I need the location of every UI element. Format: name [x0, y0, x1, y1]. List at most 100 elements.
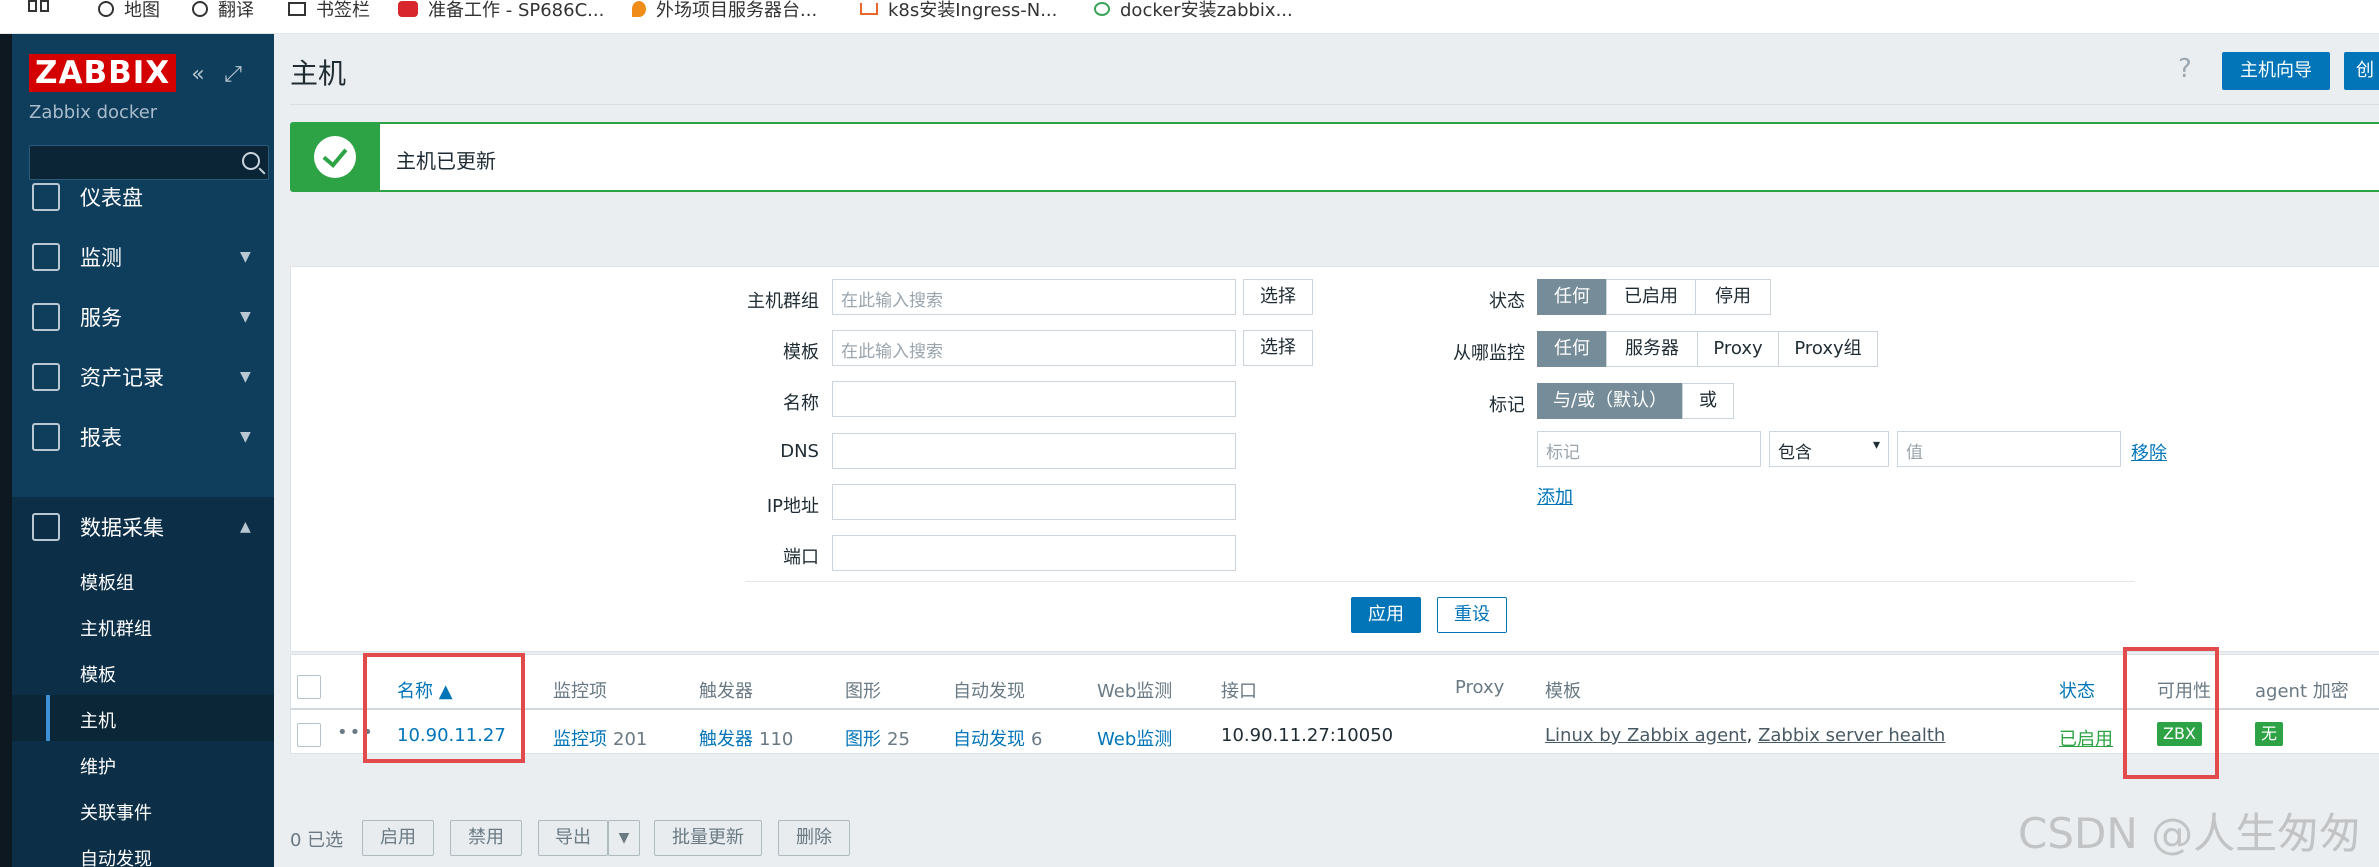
column-discovery: 自动发现	[953, 681, 1025, 702]
chevron-down-icon: ▼	[240, 429, 251, 445]
export-button[interactable]: 导出	[538, 820, 608, 856]
bookmark-k8s[interactable]: k8s安装Ingress-N...	[860, 0, 1057, 21]
bookmark-folder[interactable]: 书签栏	[288, 0, 370, 21]
subnav-discovery[interactable]: 自动发现	[12, 833, 274, 867]
bookmark-map[interactable]: 地图	[98, 0, 160, 21]
bookmark-translate[interactable]: 翻译	[192, 0, 254, 21]
host-wizard-button[interactable]: 主机向导	[2222, 52, 2330, 90]
host-groups-select-button[interactable]: 选择	[1243, 279, 1313, 315]
template-link[interactable]: Zabbix server health	[1758, 725, 1945, 746]
subnav-templates[interactable]: 模板	[12, 649, 274, 695]
chevron-up-icon: ▲	[240, 519, 251, 535]
watermark: CSDN @人生匆匆	[2018, 809, 2362, 858]
web-link[interactable]: Web监测	[1097, 725, 1172, 751]
monitoring-icon	[32, 243, 60, 271]
remove-tag-link[interactable]: 移除	[2131, 439, 2167, 465]
create-host-button[interactable]: 创	[2344, 52, 2379, 90]
chevron-down-icon: ▼	[240, 309, 251, 325]
host-groups-input[interactable]: 在此输入搜索	[832, 279, 1236, 315]
select-all-checkbox[interactable]	[297, 675, 321, 699]
apply-button[interactable]: 应用	[1351, 597, 1421, 633]
server-name: Zabbix docker	[29, 102, 158, 123]
help-icon[interactable]: ?	[2178, 54, 2192, 84]
port-input[interactable]	[832, 535, 1236, 571]
row-checkbox[interactable]	[297, 723, 321, 747]
nav-label: 仪表盘	[80, 186, 143, 210]
items-link[interactable]: 监控项 201	[553, 725, 647, 751]
subnav-template-groups[interactable]: 模板组	[12, 557, 274, 603]
annotation-box	[363, 653, 525, 763]
nav-services[interactable]: 服务 ▼	[12, 287, 274, 347]
nav-monitoring[interactable]: 监测 ▼	[12, 227, 274, 287]
bookmark-docker[interactable]: docker安装zabbix...	[1094, 0, 1293, 21]
subnav-label: 关联事件	[80, 803, 152, 824]
port-label: 端口	[783, 547, 819, 568]
zabbix-logo[interactable]: ZABBIX	[29, 54, 177, 92]
status-link[interactable]: 已启用	[2059, 725, 2113, 751]
mass-update-button[interactable]: 批量更新	[654, 820, 762, 856]
collapse-sidebar-icon[interactable]: «	[187, 64, 209, 86]
tag-name-input[interactable]: 标记	[1537, 431, 1761, 467]
status-any[interactable]: 任何	[1537, 279, 1607, 315]
bookmark-server[interactable]: 外场项目服务器台...	[632, 0, 817, 21]
nav-data-collection[interactable]: 数据采集 ▲	[12, 497, 274, 557]
subnav-label: 主机	[80, 711, 116, 732]
huawei-logo-icon	[398, 1, 418, 17]
check-icon	[314, 136, 356, 178]
bookmark-label: docker安装zabbix...	[1120, 0, 1293, 21]
export-dropdown-icon[interactable]: ▼	[608, 820, 640, 856]
monitored-by-any[interactable]: 任何	[1537, 331, 1607, 367]
bookmark-huawei[interactable]: 准备工作 - SP686C...	[398, 0, 604, 21]
tag-value-input[interactable]: 值	[1897, 431, 2121, 467]
discovery-link[interactable]: 自动发现 6	[953, 725, 1042, 751]
tags-or[interactable]: 或	[1682, 383, 1734, 419]
monitored-by-proxy[interactable]: Proxy	[1697, 331, 1779, 367]
monitored-by-proxy-group[interactable]: Proxy组	[1778, 331, 1878, 367]
kiosk-mode-icon[interactable]: ⤢	[222, 64, 244, 86]
enable-button[interactable]: 启用	[362, 820, 434, 856]
status-disabled[interactable]: 停用	[1695, 279, 1771, 315]
subnav-maintenance[interactable]: 维护	[12, 741, 274, 787]
tag-operator-select[interactable]: 包含 ▾	[1769, 431, 1889, 467]
templates-select-button[interactable]: 选择	[1243, 330, 1313, 366]
dns-input[interactable]	[832, 433, 1236, 469]
graphs-count: 25	[887, 729, 910, 750]
globe-icon	[98, 1, 114, 17]
graphs-link[interactable]: 图形 25	[845, 725, 910, 751]
subnav-host-groups[interactable]: 主机群组	[12, 603, 274, 649]
nav-label: 服务	[80, 306, 122, 330]
status-enabled[interactable]: 已启用	[1606, 279, 1696, 315]
subnav-event-correlation[interactable]: 关联事件	[12, 787, 274, 833]
folder-icon	[288, 2, 306, 16]
nav-reports[interactable]: 报表 ▼	[12, 407, 274, 467]
bracket-icon	[860, 3, 878, 15]
column-status[interactable]: 状态	[2059, 677, 2095, 703]
subnav-hosts[interactable]: 主机	[12, 695, 274, 741]
ip-input[interactable]	[832, 484, 1236, 520]
name-label: 名称	[783, 393, 819, 414]
templates-value: Linux by Zabbix agent, Zabbix server hea…	[1545, 725, 1945, 746]
column-agent-encryption: agent 加密	[2255, 681, 2349, 702]
nav-inventory[interactable]: 资产记录 ▼	[12, 347, 274, 407]
triggers-link[interactable]: 触发器 110	[699, 725, 793, 751]
bookmark-label: 翻译	[218, 0, 254, 21]
monitored-by-server[interactable]: 服务器	[1606, 331, 1698, 367]
tags-label: 标记	[1489, 395, 1525, 416]
add-tag-link[interactable]: 添加	[1537, 483, 1573, 509]
column-triggers: 触发器	[699, 681, 753, 702]
filter-panel: 主机群组 在此输入搜索 选择 模板 在此输入搜索 选择 名称 DNS IP地址 …	[290, 266, 2379, 652]
apps-grid-icon[interactable]	[28, 0, 50, 12]
tags-and-or[interactable]: 与/或（默认）	[1537, 383, 1683, 419]
name-input[interactable]	[832, 381, 1236, 417]
tag-operator-value: 包含	[1778, 443, 1812, 463]
templates-input[interactable]: 在此输入搜索	[832, 330, 1236, 366]
reset-button[interactable]: 重设	[1437, 597, 1507, 633]
bookmark-label: 准备工作 - SP686C...	[428, 0, 605, 21]
interface-value: 10.90.11.27:10050	[1221, 725, 1394, 746]
delete-button[interactable]: 删除	[778, 820, 850, 856]
main-content: 主机 ? 主机向导 创 主机已更新 主机群组 在此输入搜索 选择 模板 在此输入…	[274, 34, 2379, 867]
nav-dashboard[interactable]: 仪表盘	[12, 167, 274, 227]
disable-button[interactable]: 禁用	[450, 820, 522, 856]
column-interface[interactable]: 接口	[1221, 677, 1257, 703]
template-link[interactable]: Linux by Zabbix agent	[1545, 725, 1747, 746]
